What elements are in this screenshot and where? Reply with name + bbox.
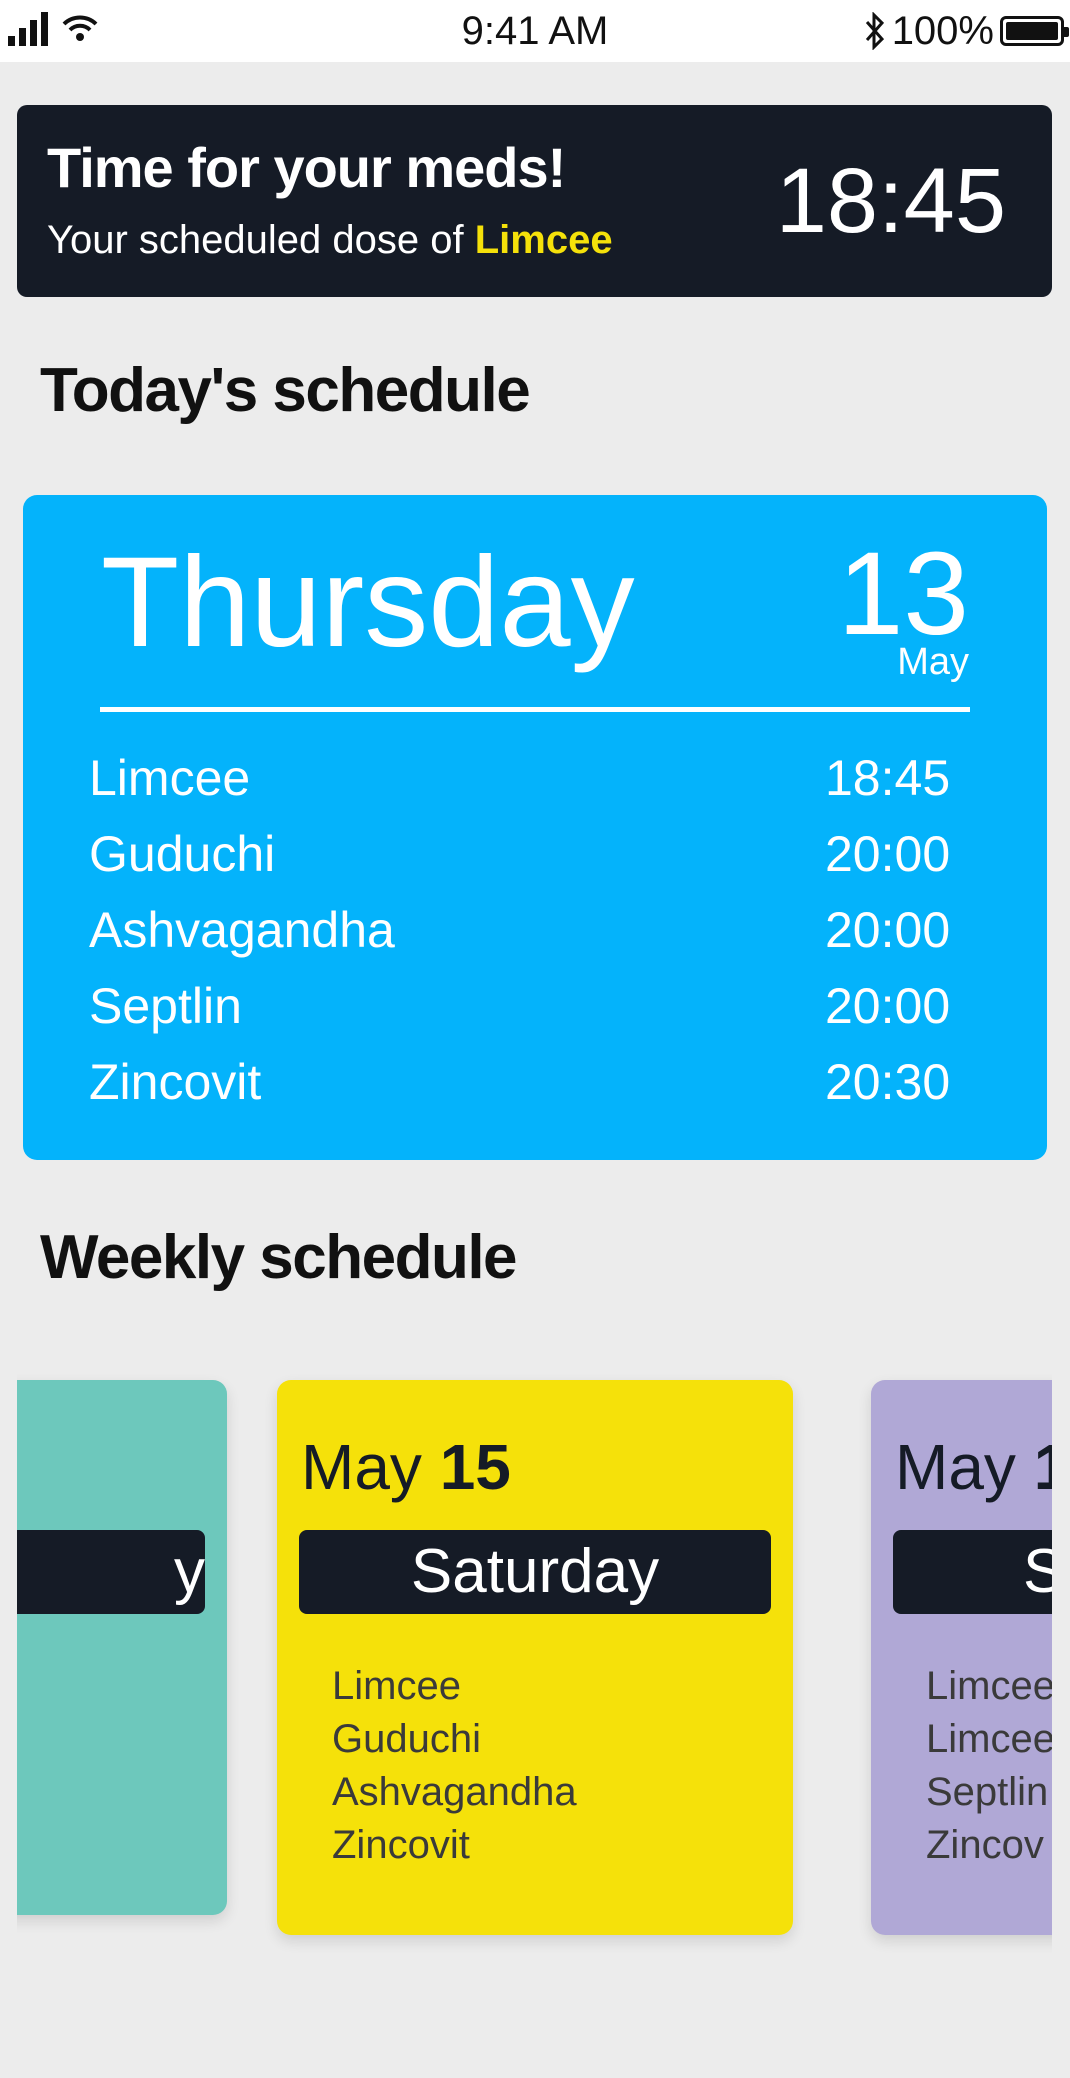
status-bar: 9:41 AM 100% [0,0,1070,62]
todays-schedule-heading: Today's schedule [40,356,531,425]
banner-subtitle-prefix: Your scheduled dose of [47,218,475,262]
med-time: 20:00 [825,826,951,882]
status-right: 100% [864,8,1069,54]
battery-percentage: 100% [891,8,994,53]
weekly-card-date: May 1 [895,1430,1052,1504]
banner-subtitle: Your scheduled dose of Limcee [47,218,613,263]
weekly-med-item: Limcee [926,1664,1052,1708]
weekly-card-month: May [895,1431,1016,1503]
med-name: Limcee [89,750,251,806]
med-time: 20:30 [825,1054,951,1110]
weekly-schedule-heading: Weekly schedule [40,1223,518,1292]
weekly-med-item: Ashvagandha [332,1770,577,1814]
weekly-med-item: Septlin [926,1770,1049,1814]
weekly-day-card[interactable]: y [17,1380,227,1915]
banner-time: 18:45 [775,150,1006,252]
med-name: Septlin [89,978,242,1034]
med-time: 18:45 [825,750,951,806]
banner-medicine-name: Limcee [474,218,613,262]
weekly-med-item: Zincovit [332,1823,470,1867]
weekly-card-date: May 15 [301,1430,511,1504]
weekly-day-card[interactable]: May 15 Saturday Limcee Guduchi Ashvagand… [277,1380,793,1935]
weekly-med-item: Limcee [332,1664,461,1708]
med-row[interactable]: Guduchi 20:00 [89,816,989,892]
battery-icon [1000,16,1069,46]
weekly-med-item: Limcee [926,1717,1052,1761]
med-time: 20:00 [825,902,951,958]
today-day-name: Thursday [101,531,635,674]
today-divider [100,707,970,712]
med-row[interactable]: Ashvagandha 20:00 [89,892,989,968]
weekly-day-label: S [893,1530,1052,1614]
weekly-card-month: May [301,1431,422,1503]
weekly-med-list: Limcee Limcee Septlin Zincov [926,1660,1052,1872]
weekly-day-card[interactable]: May 1 S Limcee Limcee Septlin Zincov [871,1380,1052,1935]
med-row[interactable]: Zincovit 20:30 [89,1044,989,1120]
weekly-card-day-number: 15 [439,1431,511,1503]
battery-fill [1006,22,1058,40]
weekly-schedule-carousel[interactable]: y May 15 Saturday Limcee Guduchi Ashvaga… [17,1370,1052,1990]
weekly-day-label: y [17,1530,205,1614]
med-row[interactable]: Limcee 18:45 [89,740,989,816]
med-time: 20:00 [825,978,951,1034]
today-month: May [897,641,969,683]
med-row[interactable]: Septlin 20:00 [89,968,989,1044]
weekly-card-day-number: 1 [1033,1431,1052,1503]
weekly-med-list: Limcee Guduchi Ashvagandha Zincovit [332,1660,577,1872]
med-name: Ashvagandha [89,902,395,958]
medication-reminder-banner[interactable]: Time for your meds! Your scheduled dose … [17,105,1052,297]
today-schedule-card[interactable]: Thursday 13 May Limcee 18:45 Guduchi 20:… [23,495,1047,1160]
bluetooth-icon [865,12,884,50]
today-med-list: Limcee 18:45 Guduchi 20:00 Ashvagandha 2… [89,740,989,1120]
med-name: Zincovit [89,1054,262,1110]
banner-title: Time for your meds! [47,136,566,199]
med-name: Guduchi [89,826,276,882]
weekly-day-label: Saturday [299,1530,771,1614]
weekly-med-item: Zincov [926,1823,1044,1867]
weekly-med-item: Guduchi [332,1717,481,1761]
